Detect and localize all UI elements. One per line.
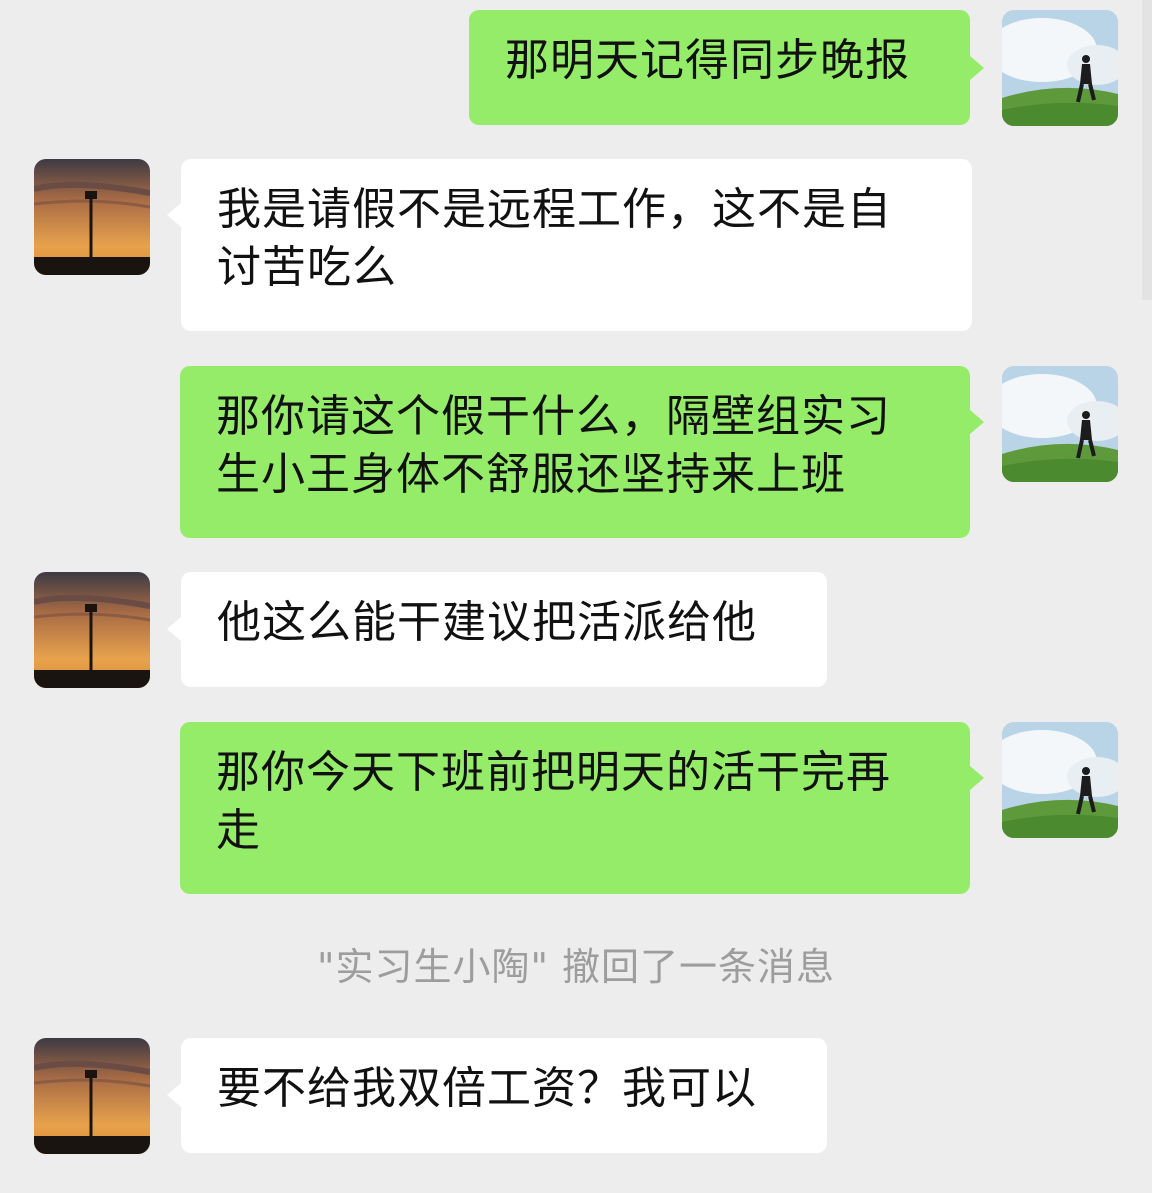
- message-bubble-received[interactable]: 要不给我双倍工资？我可以: [181, 1038, 827, 1153]
- scrollbar[interactable]: [1142, 0, 1152, 300]
- contact-avatar[interactable]: [34, 572, 150, 688]
- avatar-sunset-tower-icon: [34, 159, 150, 275]
- message-bubble-sent[interactable]: 那明天记得同步晚报: [469, 10, 970, 125]
- my-avatar[interactable]: [1002, 10, 1118, 126]
- message-text: 要不给我双倍工资？我可以: [217, 1063, 757, 1114]
- avatar-person-on-hill-icon: [1002, 722, 1118, 838]
- contact-avatar[interactable]: [34, 159, 150, 275]
- avatar-person-on-hill-icon: [1002, 10, 1118, 126]
- recall-notice: "实习生小陶" 撤回了一条消息: [316, 945, 836, 989]
- message-text: 那你请这个假干什么，隔壁组实习生小王身体不舒服还坚持来上班: [216, 391, 891, 500]
- message-bubble-received[interactable]: 我是请假不是远程工作，这不是自讨苦吃么: [181, 159, 972, 331]
- contact-avatar[interactable]: [34, 1038, 150, 1154]
- message-bubble-sent[interactable]: 那你请这个假干什么，隔壁组实习生小王身体不舒服还坚持来上班: [180, 366, 970, 538]
- avatar-person-on-hill-icon: [1002, 366, 1118, 482]
- bubble-tail: [970, 410, 984, 434]
- message-text: 那你今天下班前把明天的活干完再走: [216, 747, 891, 856]
- message-text: 那明天记得同步晚报: [505, 35, 910, 86]
- my-avatar[interactable]: [1002, 722, 1118, 838]
- bubble-tail: [970, 56, 984, 80]
- bubble-tail: [167, 617, 181, 641]
- bubble-tail: [167, 1083, 181, 1107]
- my-avatar[interactable]: [1002, 366, 1118, 482]
- message-bubble-received[interactable]: 他这么能干建议把活派给他: [181, 572, 827, 687]
- bubble-tail: [970, 766, 984, 790]
- chat-area: 那明天记得同步晚报 我是请假不是远程工作，这不是自讨苦吃么 那你请这个假干什么，…: [0, 0, 1152, 1193]
- avatar-sunset-tower-icon: [34, 572, 150, 688]
- message-text: 我是请假不是远程工作，这不是自讨苦吃么: [217, 184, 892, 293]
- bubble-tail: [167, 203, 181, 227]
- avatar-sunset-tower-icon: [34, 1038, 150, 1154]
- message-text: 他这么能干建议把活派给他: [217, 597, 757, 648]
- message-bubble-sent[interactable]: 那你今天下班前把明天的活干完再走: [180, 722, 970, 894]
